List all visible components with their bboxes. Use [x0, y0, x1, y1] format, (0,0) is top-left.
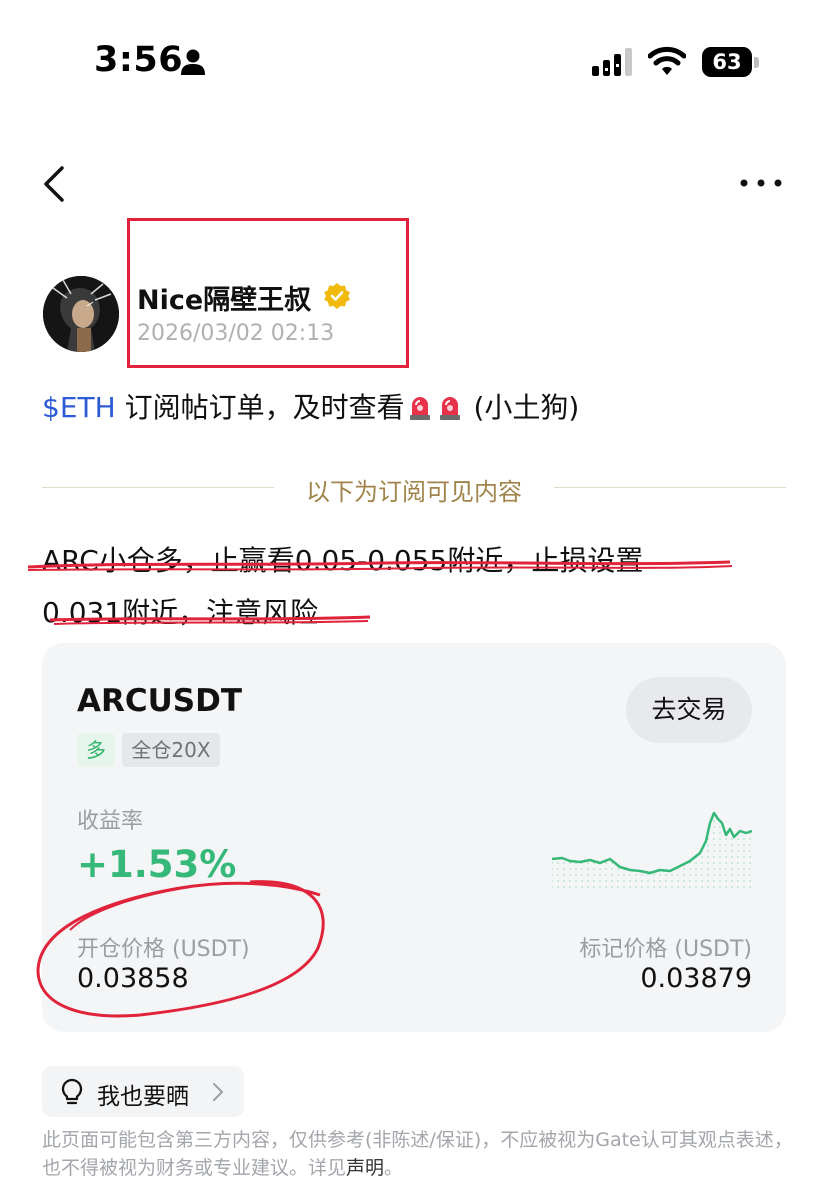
margin-mode-tag: 全仓20X	[122, 733, 220, 767]
siren-emoji-icon-2	[439, 397, 460, 420]
avatar-image	[43, 276, 119, 352]
share-label: 我也要晒	[97, 1084, 189, 1110]
signal-icon	[592, 48, 632, 76]
post-detail-screen: 3:56 63 Nice隔壁王叔 2026/03/02 02:13 $ETH 订…	[0, 0, 828, 1199]
avatar[interactable]	[43, 276, 119, 352]
lightbulb-icon	[61, 1078, 83, 1105]
disclaimer-end: 。	[384, 1157, 404, 1179]
subscriber-divider-label: 以下为订阅可见内容	[306, 478, 522, 506]
siren-emoji-icon	[409, 397, 430, 420]
post-text: $ETH 订阅帖订单，及时查看 (小土狗)	[42, 386, 579, 426]
status-time: 3:56	[94, 40, 184, 80]
post-suffix: (小土狗)	[464, 391, 580, 424]
trading-pair: ARCUSDT	[77, 683, 242, 719]
position-card[interactable]: ARCUSDT 去交易 多 全仓20X 收益率 +1.53% 开仓价格 (USD…	[42, 643, 786, 1032]
annotation-box	[127, 218, 409, 368]
post-body: 订阅帖订单，及时查看	[115, 391, 405, 424]
content-line-1: ARC小仓多，止赢看0.05-0.055附近，止损设置	[42, 544, 644, 577]
disclaimer: 此页面可能包含第三方内容，仅供参考(非陈述/保证)，不应被视为Gate认可其观点…	[42, 1126, 794, 1182]
battery-tip	[754, 57, 759, 68]
battery-icon: 63	[702, 47, 760, 77]
mark-price-label: 标记价格 (USDT)	[579, 937, 752, 962]
statement-link[interactable]: 声明	[346, 1157, 384, 1179]
yield-value: +1.53%	[77, 843, 237, 886]
price-sparkline	[551, 811, 753, 891]
direction-tag: 多	[77, 733, 115, 767]
person-icon	[181, 49, 205, 75]
ticker-link[interactable]: $ETH	[42, 391, 116, 424]
divider-right	[554, 487, 786, 488]
entry-price-value: 0.03858	[77, 963, 189, 994]
wifi-icon	[648, 46, 686, 75]
entry-price-label: 开仓价格 (USDT)	[77, 937, 250, 962]
divider-left	[42, 487, 274, 488]
go-trade-button[interactable]: 去交易	[626, 677, 752, 743]
chevron-left-icon[interactable]	[38, 160, 74, 208]
more-dots-icon[interactable]	[738, 172, 784, 194]
yield-label: 收益率	[77, 809, 144, 834]
battery-level: 63	[702, 47, 752, 77]
subscriber-content: ARC小仓多，止赢看0.05-0.055附近，止损设置 0.031附近，注意风险	[42, 535, 782, 639]
mark-price-value: 0.03879	[640, 963, 752, 994]
content-line-2: 0.031附近，注意风险	[42, 596, 319, 629]
chevron-right-icon	[213, 1083, 223, 1101]
disclaimer-text: 此页面可能包含第三方内容，仅供参考(非陈述/保证)，不应被视为Gate认可其观点…	[42, 1129, 793, 1179]
share-button[interactable]: 我也要晒	[42, 1066, 244, 1117]
